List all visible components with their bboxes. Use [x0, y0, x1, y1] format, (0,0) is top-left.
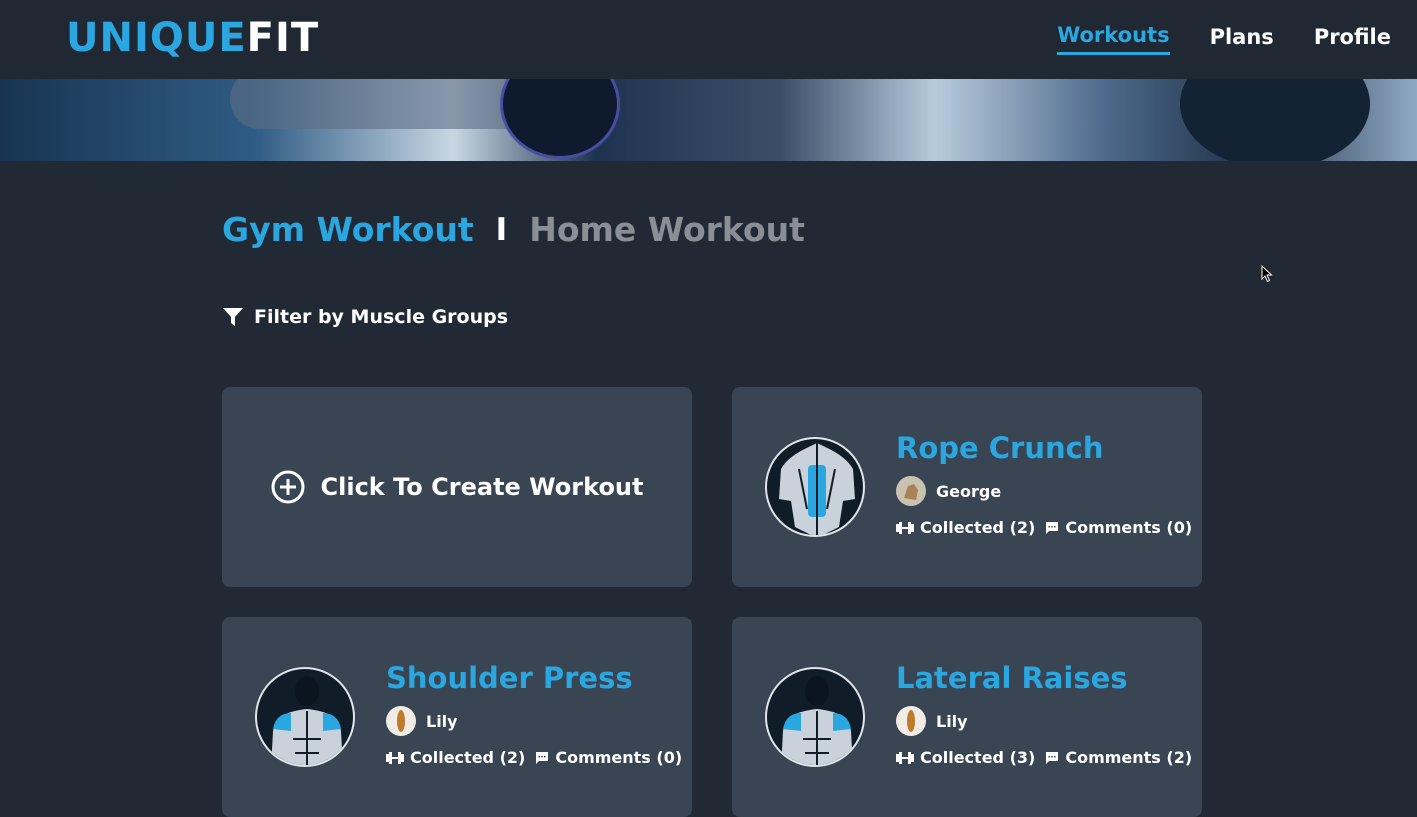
hero-dumbbell-plate-right — [1180, 79, 1370, 161]
workout-type-tabs: Gym Workout I Home Workout — [222, 210, 805, 249]
workout-card[interactable]: Shoulder Press Lily Collected (2) Commen… — [222, 617, 692, 817]
nav-workouts[interactable]: Workouts — [1057, 20, 1170, 55]
add-circle-icon — [271, 470, 305, 504]
logo-text-fit: FIT — [246, 15, 320, 61]
workout-author[interactable]: Lily — [386, 706, 458, 736]
collected-count: Collected (3) — [920, 748, 1036, 767]
collected-count: Collected (2) — [920, 518, 1036, 537]
collected-count: Collected (2) — [410, 748, 526, 767]
comments-count: Comments (0) — [1065, 518, 1193, 537]
collected-stat[interactable]: Collected (2) — [896, 518, 1035, 537]
comment-icon — [536, 751, 549, 764]
collected-stat[interactable]: Collected (3) — [896, 748, 1035, 767]
muscle-shoulders-image — [255, 667, 355, 767]
filter-muscle-groups-button[interactable]: Filter by Muscle Groups — [222, 306, 508, 328]
dumbbell-icon — [386, 751, 404, 764]
author-name: George — [936, 481, 1002, 501]
workout-stats: Collected (2) Comments (0) — [386, 748, 682, 767]
author-name: Lily — [936, 711, 968, 731]
workout-stats: Collected (2) Comments (0) — [896, 518, 1192, 537]
mouse-cursor-icon — [1261, 265, 1273, 283]
comments-stat[interactable]: Comments (2) — [1045, 748, 1192, 767]
top-navbar: UNIQUE FIT Workouts Plans Profile — [0, 0, 1417, 79]
nav-profile[interactable]: Profile — [1314, 20, 1391, 56]
hero-dumbbell-plate — [500, 79, 620, 159]
comments-count: Comments (2) — [1065, 748, 1193, 767]
main-nav: Workouts Plans Profile — [1057, 20, 1391, 56]
workout-title[interactable]: Rope Crunch — [896, 431, 1104, 465]
author-avatar — [896, 476, 926, 506]
workout-author[interactable]: George — [896, 476, 1001, 506]
comments-stat[interactable]: Comments (0) — [535, 748, 682, 767]
hero-banner-image — [0, 79, 1417, 161]
create-workout-card[interactable]: Click To Create Workout — [222, 387, 692, 587]
dumbbell-icon — [896, 751, 914, 764]
author-name: Lily — [426, 711, 458, 731]
workout-card[interactable]: Lateral Raises Lily Collected (3) Commen… — [732, 617, 1202, 817]
filter-icon — [223, 308, 243, 326]
collected-stat[interactable]: Collected (2) — [386, 748, 525, 767]
tab-separator: I — [495, 211, 508, 248]
logo[interactable]: UNIQUE FIT — [66, 14, 319, 62]
author-avatar — [896, 706, 926, 736]
workout-stats: Collected (3) Comments (2) — [896, 748, 1192, 767]
tab-home-workout[interactable]: Home Workout — [529, 210, 805, 249]
comment-icon — [1046, 521, 1059, 534]
dumbbell-icon — [896, 521, 914, 534]
create-workout-label: Click To Create Workout — [320, 473, 644, 501]
nav-plans[interactable]: Plans — [1210, 20, 1274, 56]
filter-label: Filter by Muscle Groups — [254, 306, 509, 328]
logo-text-unique: UNIQUE — [66, 15, 247, 61]
workout-title[interactable]: Shoulder Press — [386, 661, 633, 695]
tab-gym-workout[interactable]: Gym Workout — [222, 210, 474, 249]
muscle-abs-image — [765, 437, 865, 537]
workout-title[interactable]: Lateral Raises — [896, 661, 1128, 695]
workout-author[interactable]: Lily — [896, 706, 968, 736]
comment-icon — [1046, 751, 1059, 764]
comments-count: Comments (0) — [555, 748, 683, 767]
comments-stat[interactable]: Comments (0) — [1045, 518, 1192, 537]
workout-card[interactable]: Rope Crunch George Collected (2) Comment… — [732, 387, 1202, 587]
muscle-shoulders-image — [765, 667, 865, 767]
author-avatar — [386, 706, 416, 736]
